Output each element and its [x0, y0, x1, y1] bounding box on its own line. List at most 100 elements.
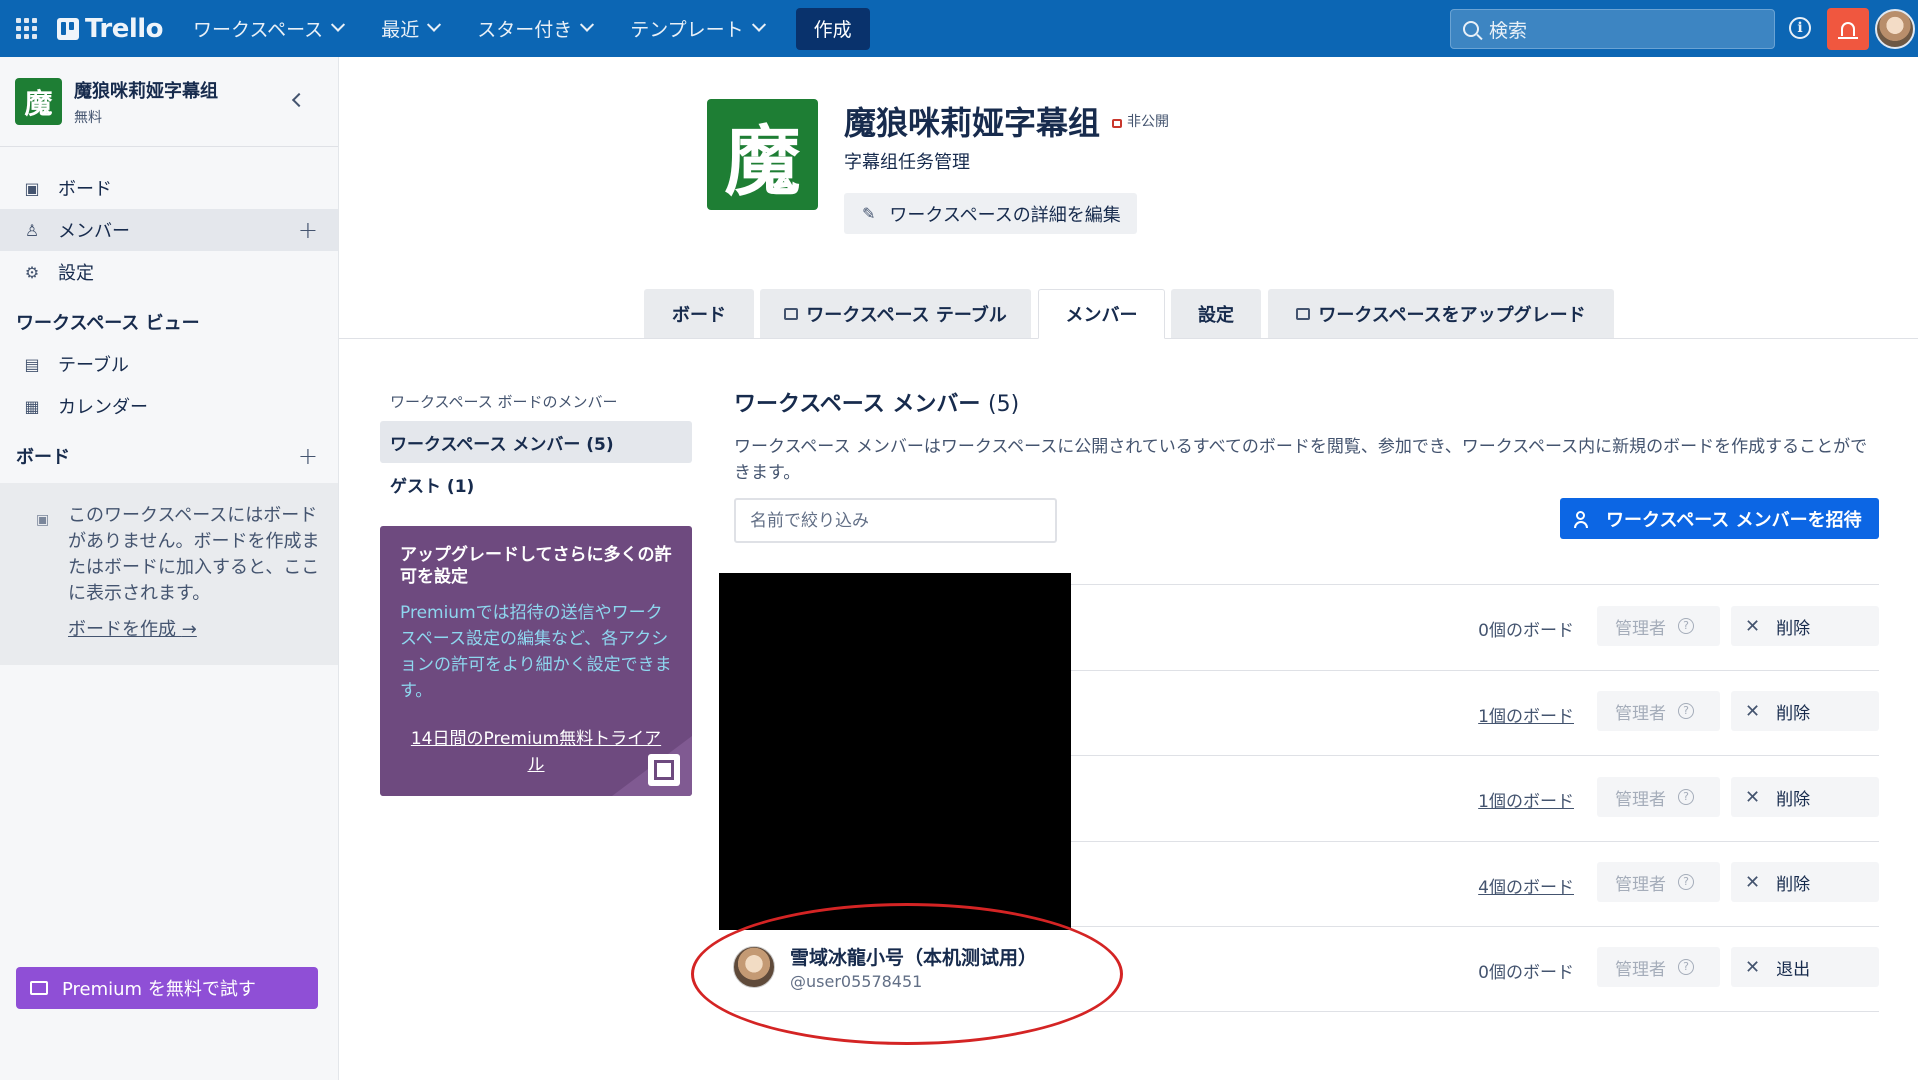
invite-workspace-members-button[interactable]: ワークスペース メンバーを招待: [1560, 498, 1879, 539]
nav-recent-menu[interactable]: 最近: [371, 9, 449, 49]
remove-member-button[interactable]: ✕ 削除: [1731, 777, 1879, 817]
search-icon: [1463, 21, 1479, 37]
workspace-title-row: 魔狼咪莉娅字幕组 非公開: [844, 98, 1169, 144]
member-nav-workspace-members[interactable]: ワークスペース メンバー (5): [380, 421, 692, 463]
board-icon: ▣: [24, 178, 40, 198]
try-premium-button[interactable]: Premium を無料で試す: [16, 967, 318, 1009]
workspace-title: 魔狼咪莉娅字幕组: [844, 104, 1101, 142]
member-role-button[interactable]: 管理者?: [1597, 606, 1720, 646]
visibility-badge[interactable]: 非公開: [1112, 111, 1169, 131]
account-avatar[interactable]: [1875, 9, 1915, 49]
remove-member-button[interactable]: ✕ 削除: [1731, 606, 1879, 646]
remove-member-button[interactable]: ✕ 削除: [1731, 691, 1879, 731]
no-boards-text: このワークスペースにはボードがありません。ボードを作成またはボードに加入すると、…: [68, 505, 320, 604]
no-boards-message: ▣ このワークスペースにはボードがありません。ボードを作成またはボードに加入する…: [0, 483, 338, 665]
sidebar: 魔 魔狼咪莉娅字幕组 無料 ▣ ボード ♙ メンバー + ⚙ 設定 ワークスペー…: [0, 57, 339, 1080]
create-button[interactable]: 作成: [795, 7, 870, 50]
gear-icon: ⚙: [24, 262, 40, 282]
collapse-sidebar-chevron-icon[interactable]: [291, 92, 307, 108]
nav-starred-menu[interactable]: スター付き: [467, 9, 602, 49]
nav-menu: ワークスペース 最近 スター付き テンプレート 作成: [183, 0, 870, 57]
sidebar-item-label: 設定: [58, 263, 94, 284]
create-board-link[interactable]: ボードを作成 →: [68, 617, 197, 643]
notifications-button[interactable]: [1827, 8, 1869, 50]
sidebar-item-boards[interactable]: ▣ ボード: [0, 167, 338, 209]
tab-workspace-table-label: ワークスペース テーブル: [806, 304, 1007, 326]
member-nav-heading: ワークスペース ボードのメンバー: [390, 393, 618, 411]
trello-board-icon: [57, 17, 79, 40]
remove-member-button[interactable]: ✕ 削除: [1731, 862, 1879, 902]
sidebar-item-label: カレンダー: [58, 397, 148, 418]
help-icon: ?: [1678, 618, 1694, 634]
sidebar-item-label: ボード: [58, 179, 112, 200]
chevron-down-icon: [427, 17, 442, 32]
member-name: 雪域冰龍小号（本机测试用）: [790, 947, 1038, 969]
filter-by-name-input[interactable]: [734, 498, 1057, 543]
info-icon[interactable]: i: [1789, 17, 1811, 39]
member-role-button[interactable]: 管理者?: [1597, 691, 1720, 731]
nav-templates-menu[interactable]: テンプレート: [620, 9, 773, 49]
remove-member-label: 削除: [1776, 874, 1811, 895]
trello-logo[interactable]: Trello: [57, 14, 164, 44]
tab-members[interactable]: メンバー: [1038, 289, 1165, 339]
close-icon: ✕: [1745, 786, 1761, 808]
add-board-plus-icon[interactable]: +: [298, 442, 318, 470]
add-person-icon: [1574, 510, 1588, 528]
leave-workspace-button[interactable]: ✕ 退出: [1731, 947, 1879, 987]
app-switcher-icon[interactable]: [14, 16, 39, 41]
edit-workspace-details-button[interactable]: ✎ ワークスペースの詳細を編集: [844, 193, 1137, 234]
member-role-button[interactable]: 管理者?: [1597, 947, 1720, 987]
workspace-views-heading: ワークスペース ビュー: [16, 313, 200, 334]
help-icon: ?: [1678, 703, 1694, 719]
pencil-icon: ✎: [862, 204, 876, 223]
nav-recent-label: 最近: [381, 19, 420, 41]
sidebar-item-label: テーブル: [58, 355, 129, 376]
search-input[interactable]: 検索: [1450, 9, 1775, 49]
member-boards-count[interactable]: 1個のボード: [1414, 787, 1574, 812]
remove-member-label: 削除: [1776, 618, 1811, 639]
nav-templates-label: テンプレート: [630, 19, 744, 41]
tab-boards[interactable]: ボード: [644, 289, 754, 338]
member-role-button[interactable]: 管理者?: [1597, 777, 1720, 817]
create-board-link-label: ボードを作成: [68, 619, 176, 640]
sidebar-workspace-header: 魔 魔狼咪莉娅字幕组 無料: [0, 57, 338, 147]
upgrade-promo-card: アップグレードしてさらに多くの許可を設定 Premiumでは招待の送信やワークス…: [380, 526, 692, 796]
member-avatar[interactable]: [733, 946, 775, 988]
sidebar-item-label: メンバー: [58, 221, 130, 242]
help-icon: ?: [1678, 959, 1694, 975]
sidebar-item-calendar[interactable]: ▦ カレンダー: [0, 385, 338, 427]
nav-starred-label: スター付き: [477, 19, 573, 41]
add-member-plus-icon[interactable]: +: [298, 216, 318, 244]
close-icon: ✕: [1745, 956, 1761, 978]
briefcase-icon: [1296, 307, 1311, 320]
member-role-button[interactable]: 管理者?: [1597, 862, 1720, 902]
nav-workspaces-label: ワークスペース: [193, 19, 324, 41]
briefcase-icon: [30, 981, 48, 995]
sidebar-item-settings[interactable]: ⚙ 設定: [0, 251, 338, 293]
upgrade-card-body: Premiumでは招待の送信やワークスペース設定の編集など、各アクションの許可を…: [400, 603, 672, 701]
workspace-logo-small: 魔: [15, 78, 62, 125]
members-panel-description: ワークスペース メンバーはワークスペースに公開されているすべてのボードを閲覧、参…: [734, 437, 1868, 483]
upgrade-card-title: アップグレードしてさらに多くの許可を設定: [400, 545, 672, 587]
member-username: @user05578451: [790, 972, 923, 991]
members-count: (5): [988, 392, 1020, 417]
tab-settings[interactable]: 設定: [1171, 289, 1261, 338]
row-divider: [734, 1011, 1879, 1012]
board-icon: ▣: [36, 512, 50, 528]
tab-upgrade-workspace[interactable]: ワークスペースをアップグレード: [1268, 289, 1614, 338]
nav-workspaces-menu[interactable]: ワークスペース: [183, 9, 353, 49]
redacted-member-list-overlay: [719, 573, 1071, 930]
chevron-down-icon: [580, 17, 595, 32]
briefcase-icon: [784, 307, 799, 320]
member-boards-count[interactable]: 1個のボード: [1414, 702, 1574, 727]
invite-button-label: ワークスペース メンバーを招待: [1606, 509, 1862, 531]
sidebar-item-members[interactable]: ♙ メンバー +: [0, 209, 338, 251]
tab-workspace-table[interactable]: ワークスペース テーブル: [760, 289, 1031, 338]
chevron-down-icon: [751, 17, 766, 32]
member-nav-guests[interactable]: ゲスト (1): [380, 463, 692, 505]
member-boards-count[interactable]: 4個のボード: [1414, 873, 1574, 898]
member-role-label: 管理者: [1615, 703, 1666, 724]
search-placeholder: 検索: [1489, 19, 1528, 42]
sidebar-item-table[interactable]: ▤ テーブル: [0, 343, 338, 385]
trello-board-icon: [648, 754, 680, 786]
